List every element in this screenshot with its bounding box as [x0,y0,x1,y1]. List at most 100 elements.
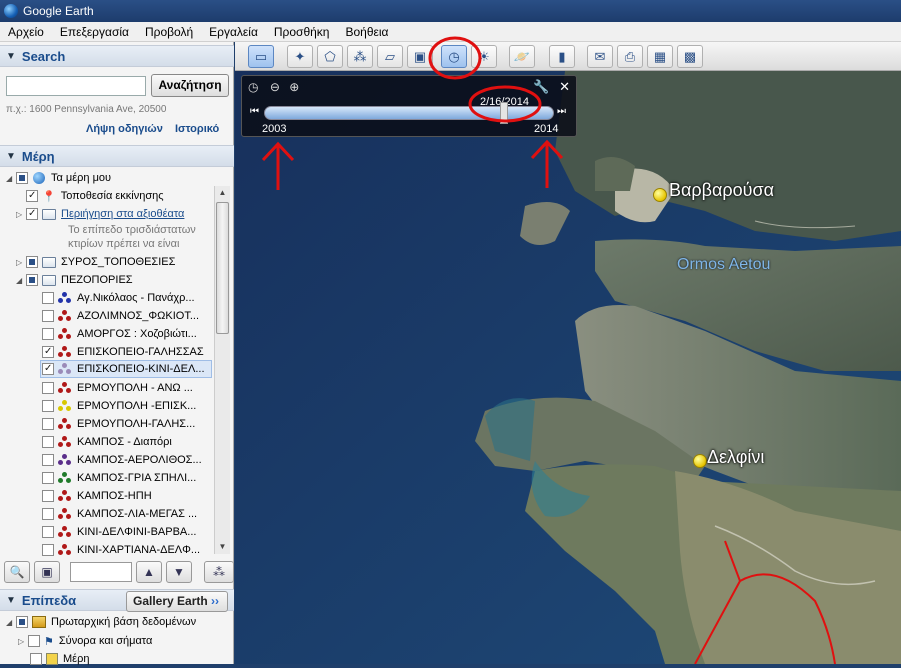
scroll-up-arrow-icon[interactable]: ▲ [215,186,230,200]
collapse-triangle-icon[interactable]: ▼ [6,595,16,606]
checkbox[interactable] [26,256,38,268]
checkbox[interactable] [42,292,54,304]
earth-map-view[interactable]: Βαρβαρούσα Ormos Aetou Δελφίνι [235,71,901,664]
zoom-out-time-icon[interactable]: ⊖ [270,80,280,94]
add-polygon-icon[interactable]: ⬠ [317,45,343,68]
menu-view[interactable]: Προβολή [137,25,201,39]
checkbox[interactable] [42,436,54,448]
pushpin-icon[interactable] [653,188,667,202]
checkbox[interactable] [42,346,54,358]
checkbox[interactable] [26,274,38,286]
checkbox[interactable] [42,526,54,538]
checkbox[interactable] [42,490,54,502]
tree-syros-locations[interactable]: ▷ ΣΥΡΟΣ_ΤΟΠΟΘΕΣΙΕΣ [16,253,175,271]
checkbox[interactable] [42,454,54,466]
checkbox[interactable] [16,616,28,628]
switch-planet-icon[interactable]: 🪐 [509,45,535,68]
time-slider-handle[interactable] [500,102,508,124]
add-path-icon[interactable]: ⁂ [347,45,373,68]
checkbox[interactable] [42,544,54,556]
tree-hike-item[interactable]: Αγ.Νικόλαος - Πανάχρ... [42,289,195,307]
image-icon[interactable]: ▩ [677,45,703,68]
expand-icon[interactable]: ▷ [18,637,28,646]
move-down-button[interactable]: ▼ [166,561,192,583]
menu-tools[interactable]: Εργαλεία [201,25,266,39]
add-placemark-icon[interactable]: ✦ [287,45,313,68]
places-scrollbar[interactable]: ▲ ▼ [214,186,230,554]
tree-hike-item[interactable]: ΚΑΜΠΟΣ-ΛΙΑ-ΜΕΓΑΣ ... [42,505,197,523]
expand-icon[interactable]: ◢ [6,174,16,183]
menu-help[interactable]: Βοήθεια [337,25,396,39]
tree-hike-item[interactable]: ΚΙΝΙ-ΧΑΡΤΙΑΝΑ-ΔΕΛΦ... [42,541,200,559]
checkbox[interactable] [30,653,42,665]
wrench-settings-icon[interactable]: 🔧 [533,79,549,94]
sidebar-toggle-icon[interactable]: ▭ [248,45,274,68]
expand-icon[interactable]: ▷ [16,210,26,219]
toggle-view-button[interactable]: ▣ [34,561,60,583]
pushpin-icon[interactable] [693,454,707,468]
collapse-triangle-icon[interactable]: ▼ [6,51,16,62]
checkbox[interactable] [42,382,54,394]
historical-imagery-clock-icon[interactable]: ◷ [441,45,467,68]
search-panel-header[interactable]: ▼ Search [0,45,234,67]
tree-hike-item[interactable]: ΚΑΜΠΟΣ-ΓΡΙΑ ΣΠΗΛΙ... [42,469,196,487]
add-place-menu-button[interactable]: ⁂ [204,561,234,583]
scroll-down-arrow-icon[interactable]: ▼ [215,540,230,554]
menu-file[interactable]: Αρχείο [0,25,52,39]
tree-hike-item[interactable]: ΚΑΜΠΟΣ-ΑΕΡΟΛΙΘΟΣ... [42,451,202,469]
search-input[interactable] [6,76,146,96]
map-label-delfini[interactable]: Δελφίνι [707,447,764,468]
checkbox[interactable] [26,190,38,202]
scroll-thumb[interactable] [216,202,229,334]
checkbox[interactable] [42,328,54,340]
menu-add[interactable]: Προσθήκη [266,25,338,39]
step-back-icon[interactable]: ⏮ [250,106,259,117]
tree-my-places[interactable]: ◢ Τα μέρη μου [6,169,111,187]
email-icon[interactable]: ✉ [587,45,613,68]
collapse-icon[interactable]: ◢ [16,276,26,285]
time-slider-track[interactable] [264,106,554,120]
tree-hikes[interactable]: ◢ ΠΕΖΟΠΟΡΙΕΣ [16,271,133,289]
expand-icon[interactable]: ▷ [16,258,26,267]
tree-hike-item[interactable]: ΚΑΜΠΟΣ-ΗΠΗ [42,487,152,505]
get-directions-link[interactable]: Λήψη οδηγιών [86,123,163,135]
close-icon[interactable]: ✕ [559,79,570,94]
search-places-button[interactable]: 🔍 [4,561,30,583]
print-icon[interactable]: ⎙ [617,45,643,68]
gallery-earth-button[interactable]: Gallery Earth ›› [126,591,228,612]
tree-hike-item[interactable]: ΕΡΜΟΥΠΟΛΗ -ΕΠΙΣΚ... [42,397,196,415]
ruler-icon[interactable]: ▮ [549,45,575,68]
tree-hike-item[interactable]: ΑΜΟΡΓΟΣ : Χοζοβιώτι... [42,325,197,343]
tree-places-layer[interactable]: Μέρη [30,650,89,668]
checkbox[interactable] [42,472,54,484]
menu-edit[interactable]: Επεξεργασία [52,25,137,39]
tree-hike-item[interactable]: ΕΡΜΟΥΠΟΛΗ-ΓΑΛΗΣ... [42,415,195,433]
sunlight-icon[interactable]: ☀ [471,45,497,68]
tree-hike-item[interactable]: ΕΡΜΟΥΠΟΛΗ - ΑΝΩ ... [42,379,193,397]
checkbox[interactable] [16,172,28,184]
checkbox[interactable] [42,418,54,430]
tree-primary-database[interactable]: ◢ Πρωταρχική βάση δεδομένων [6,613,196,631]
zoom-in-time-icon[interactable]: ⊕ [289,80,299,94]
record-tour-icon[interactable]: ▣ [407,45,433,68]
places-filter-input[interactable] [70,562,132,582]
collapse-icon[interactable]: ◢ [6,618,16,627]
tree-borders-labels[interactable]: ▷ ⚑ Σύνορα και σήματα [18,632,152,650]
tree-hike-item[interactable]: ΚΙΝΙ-ΔΕΛΦΙΝΙ-ΒΑΡΒΑ... [42,523,196,541]
tree-hike-item[interactable]: ΑΖΟΛΙΜΝΟΣ_ΦΩΚΙΟΤ... [42,307,199,325]
checkbox[interactable] [42,310,54,322]
history-link[interactable]: Ιστορικό [175,123,219,135]
tree-start-location[interactable]: 📍 Τοποθεσία εκκίνησης [26,187,164,205]
step-forward-icon[interactable]: ⏭ [557,106,566,117]
checkbox[interactable] [42,508,54,520]
image-overlay-icon[interactable]: ▱ [377,45,403,68]
tree-hike-item[interactable]: ΕΠΙΣΚΟΠΕΙΟ-ΓΑΛΗΣΣΑΣ [42,343,204,361]
move-up-button[interactable]: ▲ [136,561,162,583]
checkbox[interactable] [42,363,54,375]
tree-hike-item[interactable]: ΚΑΜΠΟΣ - Διαπόρι [42,433,172,451]
map-label-varvarousa[interactable]: Βαρβαρούσα [669,180,774,201]
view-in-maps-icon[interactable]: ▦ [647,45,673,68]
checkbox[interactable] [28,635,40,647]
search-button[interactable]: Αναζήτηση [151,74,229,97]
checkbox[interactable] [26,208,38,220]
